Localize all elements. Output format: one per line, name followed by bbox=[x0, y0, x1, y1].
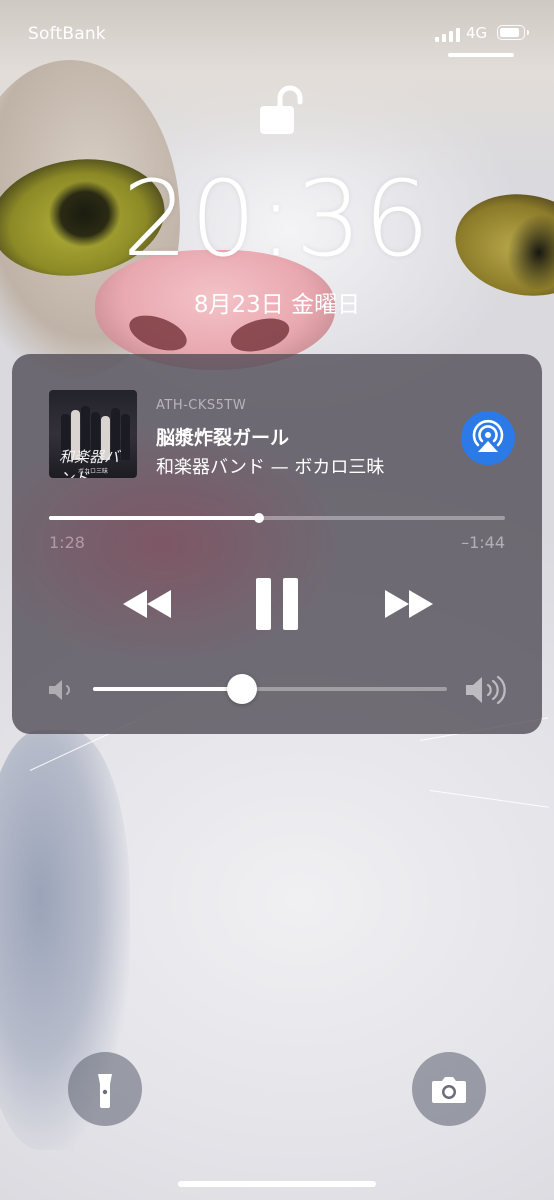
playback-scrubber-handle[interactable] bbox=[253, 513, 264, 523]
camera-icon bbox=[432, 1077, 466, 1103]
flashlight-icon bbox=[98, 1074, 112, 1108]
carrier-name: SoftBank bbox=[28, 24, 106, 44]
remaining-time: –1:44 bbox=[461, 533, 505, 552]
album-artwork[interactable]: 和楽器バンド ボカロ三昧 bbox=[49, 390, 137, 478]
rewind-button[interactable] bbox=[119, 586, 175, 622]
album-artwork-subtitle: ボカロ三昧 bbox=[77, 468, 108, 475]
rewind-icon bbox=[123, 590, 171, 618]
unlocked-padlock-icon bbox=[256, 78, 316, 138]
battery-icon bbox=[497, 25, 529, 40]
fast-forward-button[interactable] bbox=[381, 586, 437, 622]
airplay-icon bbox=[472, 419, 504, 452]
fast-forward-icon bbox=[385, 590, 433, 618]
lock-screen-date: 8月23日 金曜日 bbox=[193, 292, 361, 318]
volume-high-icon bbox=[464, 674, 510, 706]
now-playing-widget[interactable]: 和楽器バンド ボカロ三昧 ATH-CKS5TW 脳漿炸裂ガール 和楽器バンド —… bbox=[12, 354, 542, 734]
track-title: 脳漿炸裂ガール bbox=[156, 427, 290, 449]
camera-button[interactable] bbox=[412, 1052, 486, 1126]
status-bar: SoftBank 4G bbox=[0, 0, 554, 60]
track-artist-album: 和楽器バンド — ボカロ三昧 bbox=[156, 457, 385, 478]
pause-button[interactable] bbox=[256, 578, 300, 630]
output-device-name: ATH-CKS5TW bbox=[156, 398, 247, 413]
pause-icon bbox=[256, 578, 298, 630]
playback-scrubber[interactable] bbox=[49, 513, 505, 523]
volume-low-icon bbox=[47, 678, 77, 702]
volume-slider[interactable] bbox=[93, 674, 447, 704]
control-center-indicator[interactable] bbox=[448, 53, 514, 57]
airplay-button[interactable] bbox=[461, 411, 515, 465]
home-indicator[interactable] bbox=[178, 1181, 376, 1187]
flashlight-button[interactable] bbox=[68, 1052, 142, 1126]
lock-screen-time: 20:36 bbox=[122, 158, 432, 280]
network-type: 4G bbox=[466, 24, 488, 42]
elapsed-time: 1:28 bbox=[49, 533, 85, 552]
volume-slider-handle[interactable] bbox=[226, 674, 257, 704]
cellular-signal-icon bbox=[435, 26, 461, 42]
wallpaper-whisker bbox=[429, 790, 549, 808]
